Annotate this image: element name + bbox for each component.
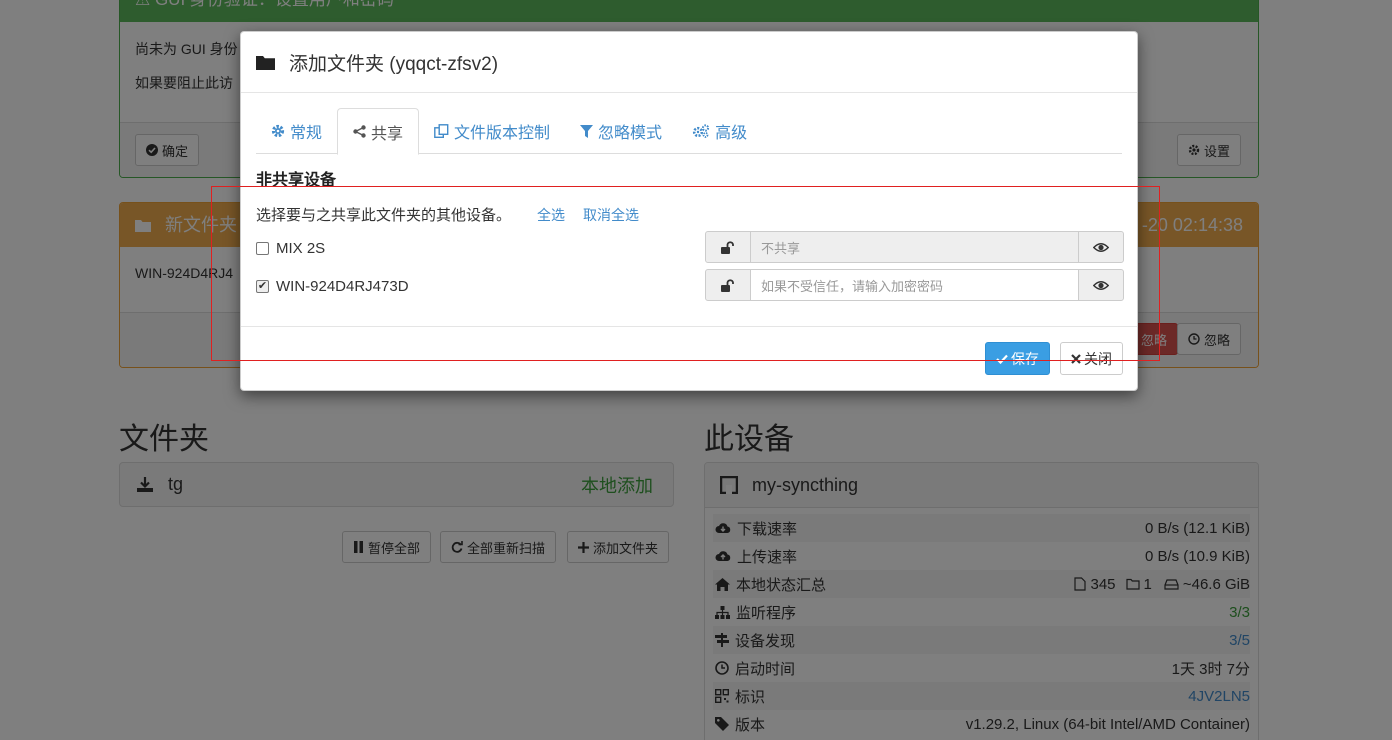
tab-ignore-patterns[interactable]: 忽略模式 <box>565 108 677 154</box>
device-row-mix-2s: MIX 2S 不共享 <box>256 229 1124 267</box>
device-row-win: ✔ WIN-924D4RJ473D 如果不受信任，请输入加密密码 <box>256 267 1124 305</box>
tab-file-versioning[interactable]: 文件版本控制 <box>419 108 565 154</box>
copy-icon <box>434 124 449 138</box>
share-icon <box>353 125 366 138</box>
tab-general[interactable]: 常规 <box>256 108 337 154</box>
modal-tabs: 常规 共享 文件版本控制 忽略模式 高级 <box>256 108 1122 155</box>
password-group-win: 如果不受信任，请输入加密密码 <box>705 269 1124 301</box>
tab-sharing[interactable]: 共享 <box>337 108 420 155</box>
save-label: 保存 <box>1011 350 1039 367</box>
device-checkbox-win[interactable]: ✔ WIN-924D4RJ473D <box>256 278 409 295</box>
device-label: WIN-924D4RJ473D <box>276 277 409 295</box>
eye-icon[interactable] <box>1078 269 1124 301</box>
device-label: MIX 2S <box>276 239 326 257</box>
tab-advanced[interactable]: 高级 <box>677 108 762 154</box>
modal-footer: 保存 关闭 <box>241 326 1137 390</box>
tab-label: 共享 <box>371 125 404 143</box>
unlock-icon[interactable] <box>705 269 751 301</box>
add-folder-modal: 添加文件夹 (yqqct-zfsv2) 常规 共享 文件版本控制 忽略模式 高级 <box>240 31 1138 391</box>
password-input-mix-2s: 不共享 <box>751 231 1078 263</box>
share-instruction: 选择要与之共享此文件夹的其他设备。 <box>256 207 512 224</box>
modal-title: 添加文件夹 (yqqct-zfsv2) <box>289 53 499 75</box>
eye-icon[interactable] <box>1078 231 1124 263</box>
select-all-link[interactable]: 全选 <box>537 205 565 225</box>
check-icon <box>996 354 1008 364</box>
filter-icon <box>580 124 594 138</box>
unshared-devices-heading: 非共享设备 <box>256 172 337 189</box>
checkbox-checked[interactable]: ✔ <box>256 279 269 293</box>
tab-label: 忽略模式 <box>598 125 663 142</box>
tab-label: 文件版本控制 <box>454 125 551 142</box>
close-button[interactable]: 关闭 <box>1060 342 1123 375</box>
password-group-mix-2s: 不共享 <box>705 231 1124 263</box>
tab-label: 常规 <box>290 125 323 142</box>
folder-icon <box>256 55 275 70</box>
checkbox[interactable] <box>256 241 269 255</box>
tab-label: 高级 <box>715 125 748 142</box>
close-icon <box>1071 353 1081 364</box>
gears-icon <box>692 124 710 138</box>
device-checkbox-mix-2s[interactable]: MIX 2S <box>256 240 325 257</box>
gear-icon <box>271 124 285 138</box>
save-button[interactable]: 保存 <box>985 342 1050 375</box>
close-label: 关闭 <box>1084 350 1112 367</box>
unlock-icon[interactable] <box>705 231 751 263</box>
deselect-all-link[interactable]: 取消全选 <box>583 205 639 225</box>
password-input-win[interactable]: 如果不受信任，请输入加密密码 <box>751 269 1078 301</box>
